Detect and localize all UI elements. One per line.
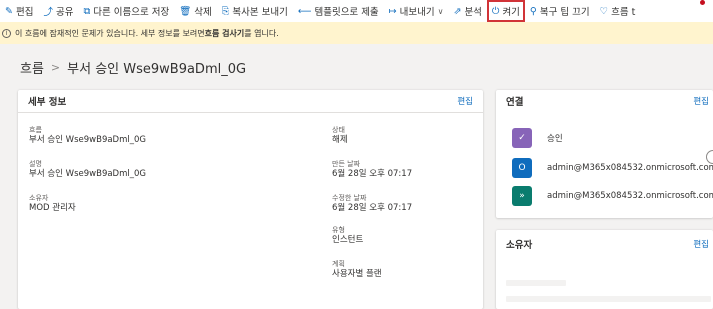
field-description-value: 부서 승인 Wse9wB9aDml_0G <box>29 169 146 179</box>
loading-placeholder <box>506 280 566 286</box>
page-title: 부서 승인 Wse9wB9aDml_0G <box>67 62 247 77</box>
export-icon: ↦ <box>388 5 397 17</box>
owners-title: 소유자 <box>506 240 533 251</box>
repair-tips-off-button[interactable]: ⚲ 복구 팁 끄기 <box>525 0 595 22</box>
field-status: 상태 해제 <box>332 126 348 146</box>
field-flow-value: 부서 승인 Wse9wB9aDml_0G <box>29 135 146 145</box>
search-icon: ⚲ <box>529 5 537 17</box>
turn-on-button[interactable]: ⏻ 켜기 <box>486 0 525 22</box>
share-label: 공유 <box>55 7 74 18</box>
connection-label: admin@M365x084532.onmicrosoft.com <box>547 191 713 201</box>
chevron-down-icon: ∨ <box>437 6 444 16</box>
approval-icon: ✓ <box>512 128 532 148</box>
connection-item[interactable]: » admin@M365x084532.onmicrosoft.com <box>512 186 713 206</box>
field-created-value: 6월 28일 오후 07:17 <box>332 169 413 179</box>
analytics-label: 분석 <box>464 7 482 18</box>
field-flow-label: 흐름 <box>29 126 42 134</box>
owners-edit-link[interactable]: 편집 <box>693 238 709 250</box>
field-type-value: 인스턴트 <box>332 235 364 245</box>
export-label: 내보내기 <box>399 7 435 18</box>
submit-template-label: 템플릿으로 제출 <box>314 7 379 18</box>
divider <box>18 112 483 113</box>
save-as-icon: ⧉ <box>83 5 91 17</box>
field-description: 설명 부서 승인 Wse9wB9aDml_0G <box>29 160 146 180</box>
details-card: 세부 정보 편집 흐름 부서 승인 Wse9wB9aDml_0G 설명 부서 승… <box>18 90 483 309</box>
chart-icon: ⇗ <box>453 5 462 17</box>
field-plan-label: 계획 <box>332 260 345 268</box>
connection-label: 승인 <box>547 134 563 144</box>
field-modified-value: 6월 28일 오후 07:17 <box>332 203 413 213</box>
turn-on-label: 켜기 <box>502 7 520 18</box>
send-copy-button[interactable]: ⎘ 복사본 보내기 <box>217 0 293 22</box>
field-owner: 소유자 MOD 관리자 <box>29 194 76 214</box>
field-owner-value: MOD 관리자 <box>29 203 76 213</box>
warning-banner: i 이 흐름에 잠재적인 문제가 있습니다. 세부 정보를 보려면 흐름 검사기… <box>0 22 713 44</box>
command-bar: ✎ 편집 ⤴ 공유 ⧉ 다른 이름으로 저장 🗑 삭제 ⎘ 복사본 보내기 ⟵ 템플릿으로 … <box>0 0 713 22</box>
edit-button[interactable]: ✎ 편집 <box>0 0 38 22</box>
delete-button[interactable]: 🗑 삭제 <box>174 0 217 22</box>
field-plan: 계획 사용자별 플랜 <box>332 260 382 280</box>
flow-checker-button[interactable]: ♡ 흐름 t <box>595 0 641 22</box>
share-button[interactable]: ⤴ 공유 <box>38 0 78 22</box>
connection-item[interactable]: O admin@M365x084532.onmicrosoft.com <box>512 158 713 178</box>
field-status-value: 해제 <box>332 135 348 145</box>
field-type-label: 유형 <box>332 226 345 234</box>
analytics-button[interactable]: ⇗ 분석 <box>448 0 486 22</box>
pencil-icon: ✎ <box>5 5 13 17</box>
info-icon: i <box>2 28 11 38</box>
connections-card: 연결 편집 ✓ 승인 O admin@M365x084532.onmicroso… <box>496 90 713 218</box>
breadcrumb-separator: > <box>50 61 61 74</box>
details-title: 세부 정보 <box>28 97 67 108</box>
connection-label: admin@M365x084532.onmicrosoft.com <box>547 163 713 173</box>
trash-icon: 🗑 <box>179 5 192 17</box>
field-description-label: 설명 <box>29 160 42 168</box>
flow-checker-label: 흐름 t <box>611 7 636 18</box>
field-plan-value: 사용자별 플랜 <box>332 269 382 279</box>
scroll-handle[interactable] <box>706 150 713 164</box>
connections-title: 연결 <box>506 97 524 108</box>
power-icon: ⏻ <box>491 5 500 17</box>
copy-icon: ⎘ <box>221 5 230 17</box>
edit-label: 편집 <box>15 7 34 18</box>
field-modified-label: 수정한 날짜 <box>332 194 367 202</box>
notification-dot <box>700 0 705 5</box>
share-icon: ⤴ <box>43 7 53 18</box>
field-modified: 수정한 날짜 6월 28일 오후 07:17 <box>332 194 412 214</box>
connections-edit-link[interactable]: 편집 <box>693 95 709 107</box>
flow-checker-link[interactable]: 흐름 검사기 <box>205 28 245 39</box>
repair-tips-label: 복구 팁 끄기 <box>539 7 590 18</box>
submit-template-button[interactable]: ⟵ 템플릿으로 제출 <box>293 0 384 22</box>
save-as-button[interactable]: ⧉ 다른 이름으로 저장 <box>78 0 174 22</box>
stethoscope-icon: ♡ <box>599 5 609 17</box>
connection-item[interactable]: ✓ 승인 <box>512 128 563 148</box>
breadcrumb: 흐름 > 부서 승인 Wse9wB9aDml_0G <box>20 58 246 77</box>
field-flow: 흐름 부서 승인 Wse9wB9aDml_0G <box>29 126 146 146</box>
export-button[interactable]: ↦ 내보내기 ∨ <box>384 0 449 22</box>
arrow-left-icon: ⟵ <box>297 5 312 17</box>
loading-placeholder <box>506 296 711 302</box>
owners-card: 소유자 편집 <box>496 230 713 309</box>
banner-text-prefix: 이 흐름에 잠재적인 문제가 있습니다. 세부 정보를 보려면 <box>15 28 205 38</box>
field-created-label: 만든 날짜 <box>332 160 360 168</box>
field-created: 만든 날짜 6월 28일 오후 07:17 <box>332 160 412 180</box>
details-edit-link[interactable]: 편집 <box>457 95 473 107</box>
breadcrumb-root[interactable]: 흐름 <box>20 58 44 77</box>
field-owner-label: 소유자 <box>29 194 49 202</box>
field-status-label: 상태 <box>332 126 345 134</box>
save-as-label: 다른 이름으로 저장 <box>93 7 170 18</box>
sharepoint-icon: » <box>512 186 532 206</box>
delete-label: 삭제 <box>194 7 212 18</box>
send-copy-label: 복사본 보내기 <box>232 7 288 18</box>
banner-text-suffix: 를 엽니다. <box>244 28 279 38</box>
outlook-icon: O <box>512 158 532 178</box>
field-type: 유형 인스턴트 <box>332 226 363 246</box>
